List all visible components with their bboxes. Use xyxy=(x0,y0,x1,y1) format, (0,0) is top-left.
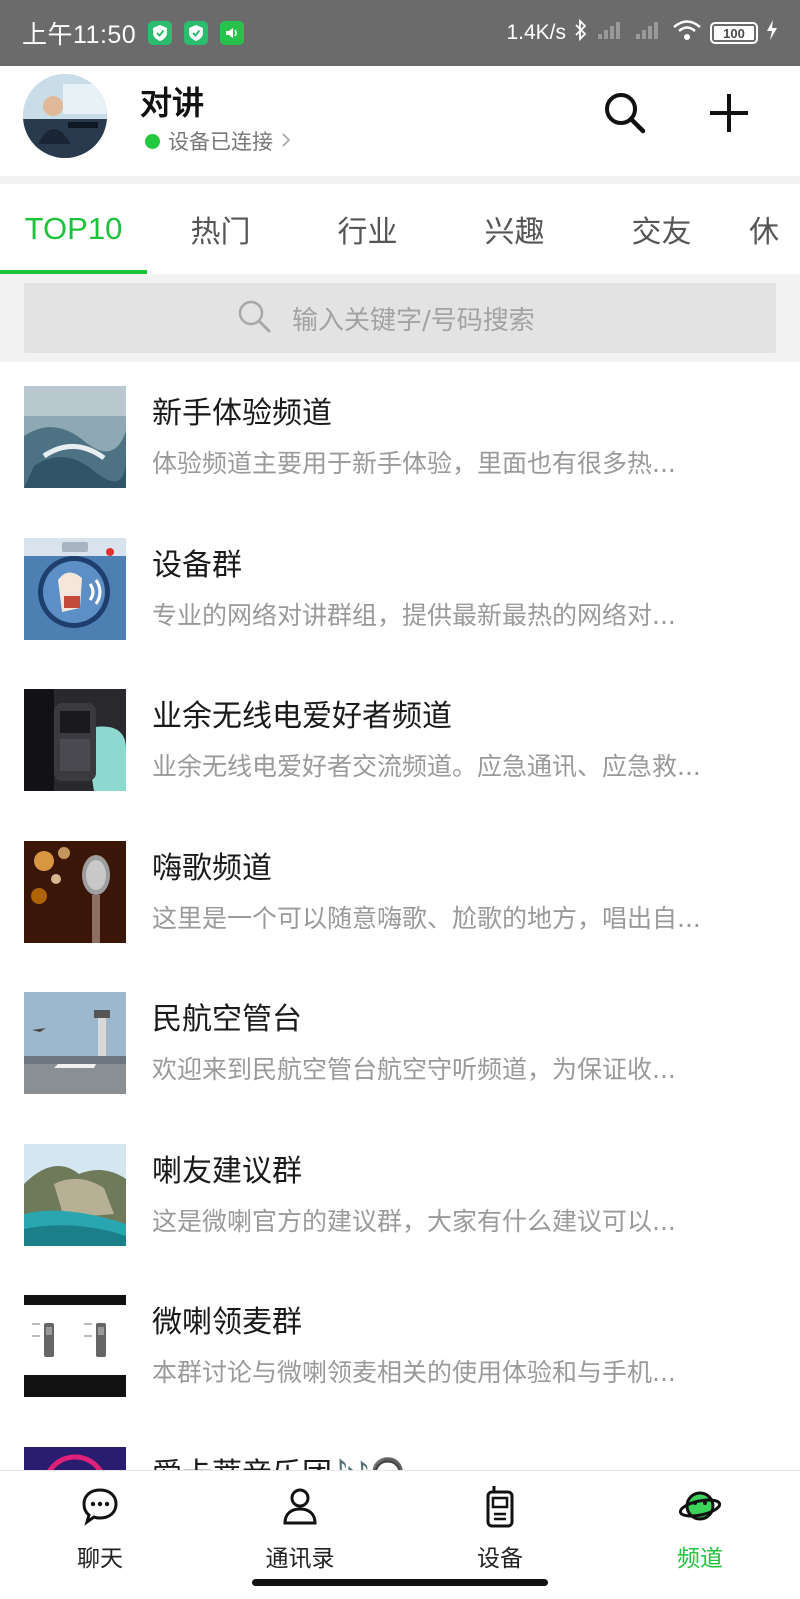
net-speed: 1.4K/s xyxy=(506,21,566,44)
plus-icon xyxy=(707,91,751,139)
channel-description: 体验频道主要用于新手体验，里面也有很多热... xyxy=(152,449,676,478)
list-item[interactable]: 嗨歌频道 这里是一个可以随意嗨歌、尬歌的地方，唱出自... xyxy=(0,817,800,969)
signal-icon xyxy=(634,20,664,46)
channel-thumbnail xyxy=(24,386,126,488)
channel-thumbnail xyxy=(24,1446,126,1470)
device-connection-status[interactable]: 设备已连接 xyxy=(145,126,291,156)
shield-app-icon xyxy=(184,21,209,45)
channel-title: 民航空管台 xyxy=(152,1002,302,1037)
nav-label: 频道 xyxy=(677,1546,723,1572)
bluetooth-icon xyxy=(574,18,588,47)
tab-hot[interactable]: 热门 xyxy=(147,184,294,274)
list-item[interactable]: 设备群 专业的网络对讲群组，提供最新最热的网络对... xyxy=(0,514,800,666)
channel-description: 本群讨论与微喇领麦相关的使用体验和与手机... xyxy=(152,1358,676,1387)
list-item[interactable]: 爱卡蒂音乐团🎶🎧 xyxy=(0,1423,800,1471)
search-placeholder: 输入关键字/号码搜索 xyxy=(292,305,535,336)
list-item[interactable]: 微喇领麦群 本群讨论与微喇领麦相关的使用体验和与手机... xyxy=(0,1271,800,1423)
header-divider xyxy=(0,176,800,184)
nav-channels[interactable]: 频道 xyxy=(600,1471,800,1599)
add-button[interactable] xyxy=(704,90,754,140)
channel-description: 业余无线电爱好者交流频道。应急通讯、应急救... xyxy=(152,752,701,781)
channel-title: 微喇领麦群 xyxy=(152,1305,302,1340)
list-item[interactable]: 喇友建议群 这是微喇官方的建议群，大家有什么建议可以... xyxy=(0,1120,800,1272)
list-item[interactable]: 业余无线电爱好者频道 业余无线电爱好者交流频道。应急通讯、应急救... xyxy=(0,665,800,817)
search-input[interactable]: 输入关键字/号码搜索 xyxy=(24,283,776,353)
tab-industry[interactable]: 行业 xyxy=(294,184,441,274)
channel-description: 欢迎来到民航空管台航空守听频道，为保证收... xyxy=(152,1055,676,1084)
search-bar-container: 输入关键字/号码搜索 xyxy=(0,274,800,362)
tab-leisure[interactable]: 休 xyxy=(735,184,800,274)
shield-app-icon xyxy=(148,21,173,45)
channel-thumbnail xyxy=(24,537,126,640)
nav-label: 通讯录 xyxy=(265,1546,335,1572)
channel-title: 嗨歌频道 xyxy=(152,850,272,886)
connected-dot-icon xyxy=(145,133,160,149)
app-header: 对讲 设备已连接 xyxy=(0,66,800,176)
channel-thumbnail xyxy=(24,1143,126,1246)
chevron-right-icon xyxy=(281,129,291,153)
channel-thumbnail xyxy=(24,840,126,943)
search-button[interactable] xyxy=(600,90,650,140)
channel-title: 爱卡蒂音乐团🎶🎧 xyxy=(152,1449,407,1471)
list-item[interactable]: 新手体验频道 体验频道主要用于新手体验，里面也有很多热... xyxy=(0,362,800,514)
channel-thumbnail xyxy=(24,1295,126,1397)
category-tabs: TOP10 热门 行业 兴趣 交友 休 xyxy=(0,184,800,274)
user-avatar[interactable] xyxy=(23,74,107,158)
status-indicators: 1.4K/s 100 xyxy=(506,18,778,47)
connection-status-text: 设备已连接 xyxy=(168,130,273,154)
wifi-icon xyxy=(672,19,702,47)
tab-interest[interactable]: 兴趣 xyxy=(441,184,588,274)
channel-title: 设备群 xyxy=(152,547,242,583)
search-icon xyxy=(236,298,272,338)
channel-title: 喇友建议群 xyxy=(152,1153,302,1189)
page-title: 对讲 xyxy=(140,84,205,122)
planet-icon xyxy=(677,1483,723,1529)
walkie-talkie-icon xyxy=(477,1483,523,1529)
channel-thumbnail xyxy=(24,992,126,1094)
status-time: 上午11:50 xyxy=(22,21,137,49)
list-item[interactable]: 民航空管台 欢迎来到民航空管台航空守听频道，为保证收... xyxy=(0,968,800,1120)
battery-icon: 100 xyxy=(710,22,758,44)
chat-bubble-icon xyxy=(77,1483,123,1529)
channel-list: 新手体验频道 体验频道主要用于新手体验，里面也有很多热... 设备群 专业的网络… xyxy=(0,362,800,1470)
speaker-app-icon xyxy=(220,21,245,45)
nav-label: 设备 xyxy=(477,1546,523,1572)
contacts-person-icon xyxy=(277,1483,323,1529)
signal-icon xyxy=(596,20,626,46)
channel-description: 专业的网络对讲群组，提供最新最热的网络对... xyxy=(152,600,676,630)
charging-icon xyxy=(766,19,778,47)
channel-description: 这里是一个可以随意嗨歌、尬歌的地方，唱出自... xyxy=(152,903,701,933)
channel-title: 新手体验频道 xyxy=(152,396,332,431)
channel-title: 业余无线电爱好者频道 xyxy=(152,699,452,734)
channel-thumbnail xyxy=(24,689,126,791)
nav-chat[interactable]: 聊天 xyxy=(0,1471,200,1599)
nav-label: 聊天 xyxy=(77,1546,123,1572)
tab-friends[interactable]: 交友 xyxy=(588,184,735,274)
tab-top10[interactable]: TOP10 xyxy=(0,184,147,274)
channel-description: 这是微喇官方的建议群，大家有什么建议可以... xyxy=(152,1206,676,1236)
search-icon xyxy=(603,91,647,139)
home-indicator[interactable] xyxy=(252,1579,548,1586)
status-bar: 上午11:50 1.4K/s 100 xyxy=(0,0,800,66)
